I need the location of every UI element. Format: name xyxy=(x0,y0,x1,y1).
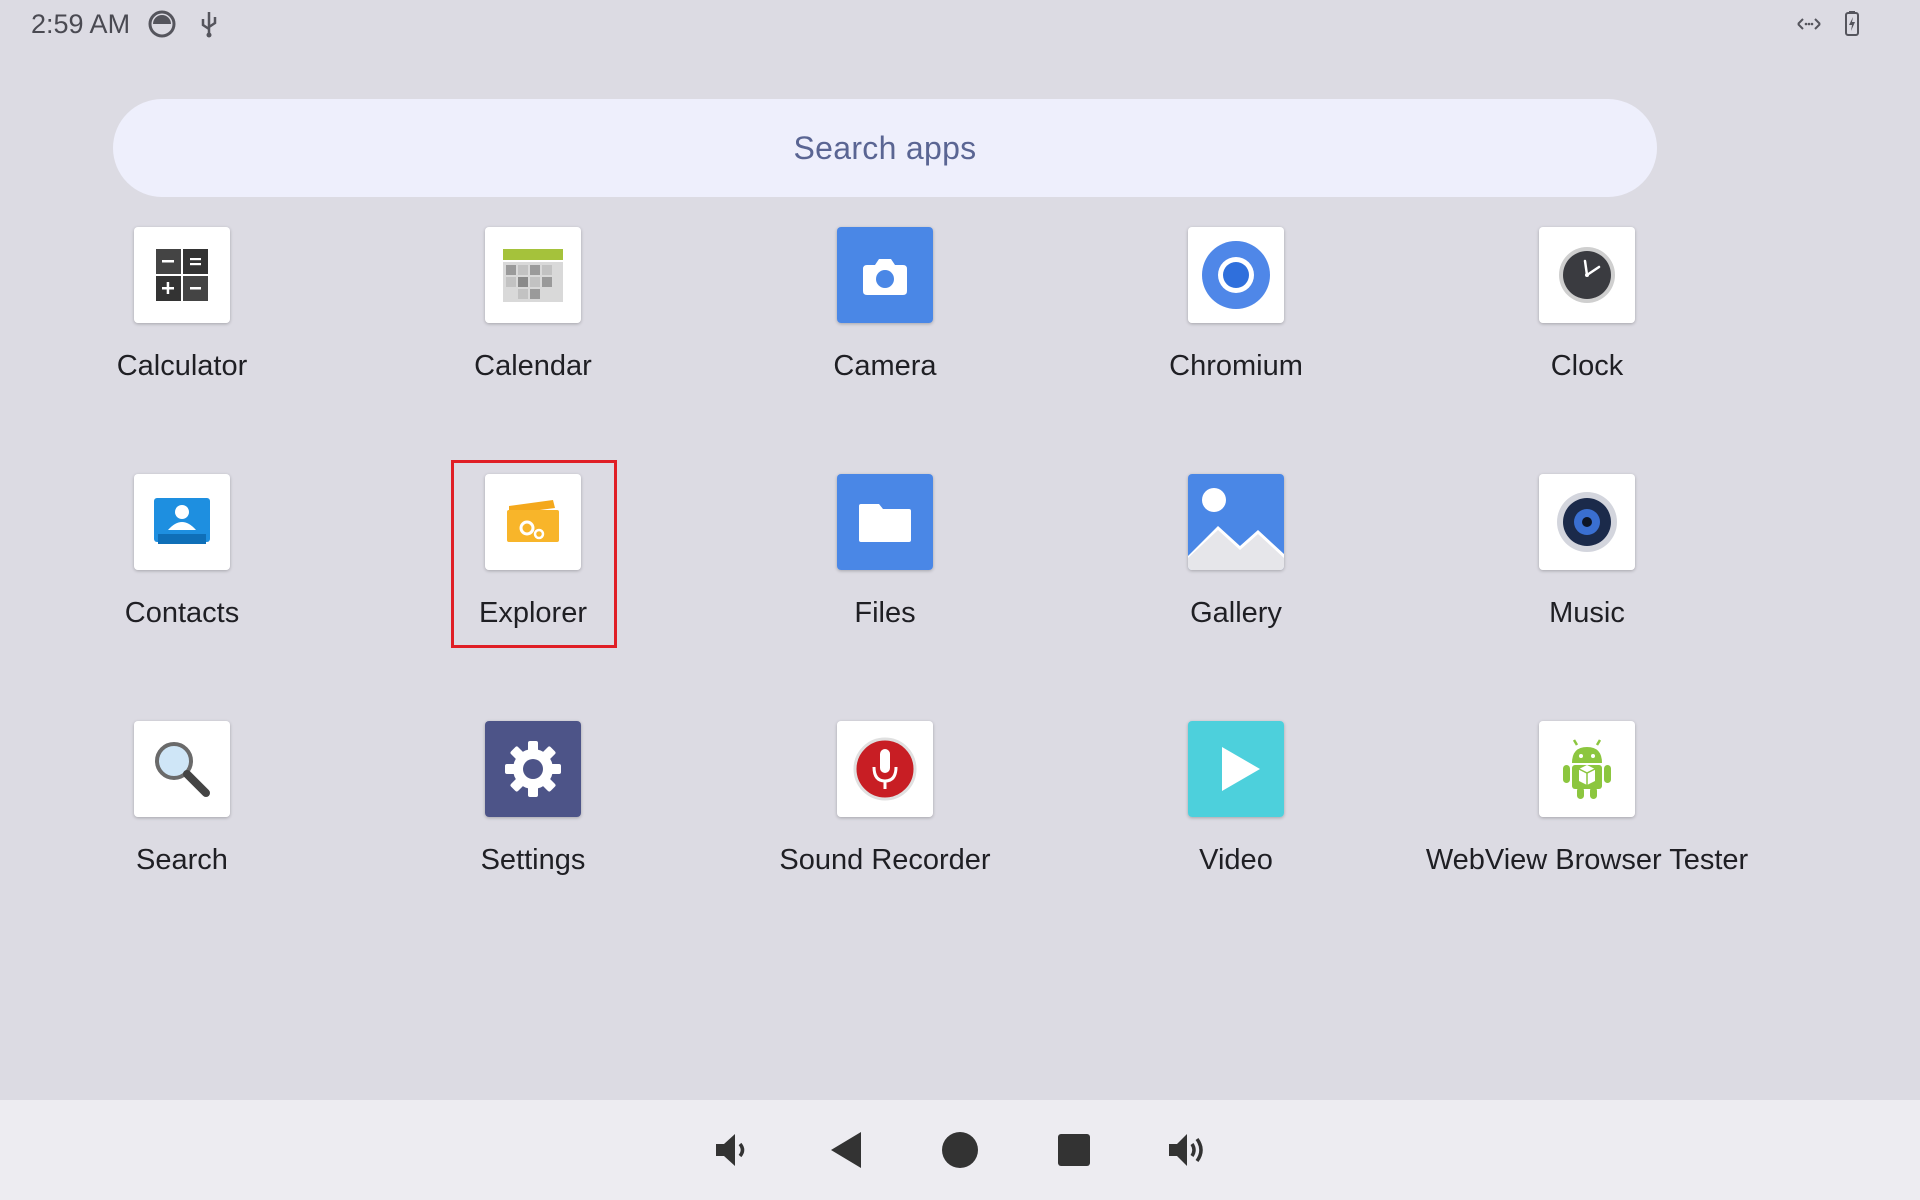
app-calendar[interactable]: Calendar xyxy=(383,227,683,437)
app-contacts[interactable]: Contacts xyxy=(32,474,332,684)
app-video[interactable]: Video xyxy=(1086,721,1386,931)
gallery-icon xyxy=(1188,474,1284,570)
app-label: Chromium xyxy=(1169,350,1303,382)
files-icon xyxy=(837,474,933,570)
sound-recorder-icon xyxy=(837,721,933,817)
calculator-icon xyxy=(134,227,230,323)
app-label: Sound Recorder xyxy=(779,844,991,876)
app-grid: Calculator Calendar Camera Chromium Cloc… xyxy=(0,0,1920,1100)
app-label: Search xyxy=(136,844,228,876)
volume-down-icon[interactable] xyxy=(708,1126,756,1174)
back-icon[interactable] xyxy=(823,1126,871,1174)
app-gallery[interactable]: Gallery xyxy=(1086,474,1386,684)
app-label: Gallery xyxy=(1190,597,1282,629)
app-label: Clock xyxy=(1550,350,1624,382)
app-label: Settings xyxy=(480,844,586,876)
app-settings[interactable]: Settings xyxy=(383,721,683,931)
home-icon[interactable] xyxy=(936,1126,984,1174)
app-label: Explorer xyxy=(479,597,587,629)
app-label: WebView Browser Tester xyxy=(1425,844,1749,876)
search-icon xyxy=(134,721,230,817)
app-label: Contacts xyxy=(124,597,240,629)
calendar-icon xyxy=(485,227,581,323)
clock-icon xyxy=(1539,227,1635,323)
settings-icon xyxy=(485,721,581,817)
app-label: Files xyxy=(854,597,916,629)
app-search[interactable]: Search xyxy=(32,721,332,931)
app-webview-browser-tester[interactable]: WebView Browser Tester xyxy=(1426,721,1748,931)
music-icon xyxy=(1539,474,1635,570)
webview-browser-tester-icon xyxy=(1539,721,1635,817)
video-icon xyxy=(1188,721,1284,817)
chromium-icon xyxy=(1188,227,1284,323)
navigation-bar xyxy=(0,1100,1920,1200)
explorer-icon xyxy=(485,474,581,570)
app-calculator[interactable]: Calculator xyxy=(32,227,332,437)
app-camera[interactable]: Camera xyxy=(735,227,1035,437)
app-label: Calculator xyxy=(116,350,248,382)
app-label: Calendar xyxy=(474,350,592,382)
app-label: Music xyxy=(1549,597,1625,629)
app-chromium[interactable]: Chromium xyxy=(1086,227,1386,437)
app-clock[interactable]: Clock xyxy=(1437,227,1737,437)
contacts-icon xyxy=(134,474,230,570)
app-sound-recorder[interactable]: Sound Recorder xyxy=(735,721,1035,931)
app-label: Camera xyxy=(833,350,937,382)
camera-icon xyxy=(837,227,933,323)
recents-icon[interactable] xyxy=(1050,1126,1098,1174)
volume-up-icon[interactable] xyxy=(1163,1126,1211,1174)
app-music[interactable]: Music xyxy=(1437,474,1737,684)
app-explorer[interactable]: Explorer xyxy=(383,474,683,684)
app-label: Video xyxy=(1199,844,1273,876)
app-files[interactable]: Files xyxy=(735,474,1035,684)
